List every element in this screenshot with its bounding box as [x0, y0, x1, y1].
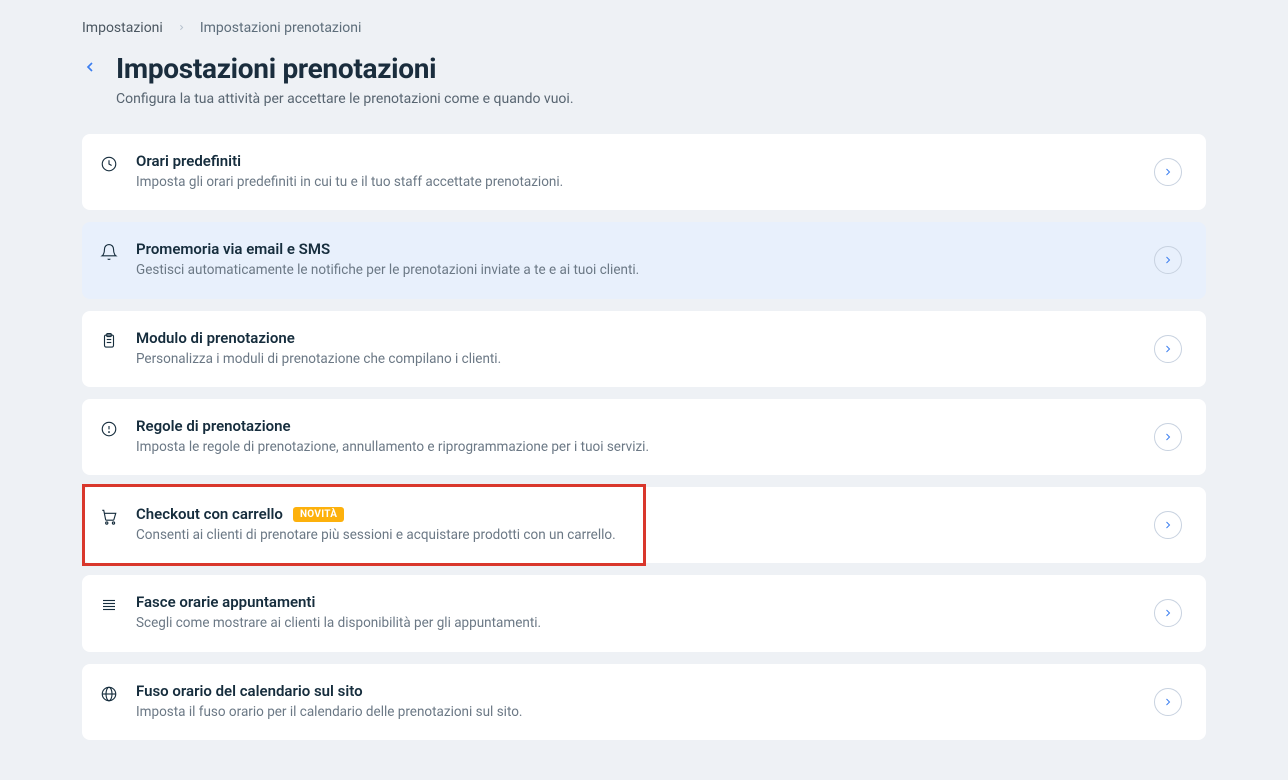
card-content: Regole di prenotazione Imposta le regole … — [136, 417, 1136, 457]
chevron-right-icon — [177, 21, 186, 35]
card-description: Consenti ai clienti di prenotare più ses… — [136, 525, 1136, 545]
chevron-right-icon[interactable] — [1154, 423, 1182, 451]
chevron-right-icon[interactable] — [1154, 246, 1182, 274]
card-description: Personalizza i moduli di prenotazione ch… — [136, 349, 1136, 369]
chevron-right-icon[interactable] — [1154, 158, 1182, 186]
card-description: Imposta il fuso orario per il calendario… — [136, 702, 1136, 722]
chevron-right-icon[interactable] — [1154, 599, 1182, 627]
card-title: Fuso orario del calendario sul sito — [136, 682, 363, 700]
card-content: Checkout con carrello NOVITÀ Consenti ai c… — [136, 505, 1136, 545]
settings-card[interactable]: Modulo di prenotazione Personalizza i mod… — [82, 311, 1206, 387]
card-title: Fasce orarie appuntamenti — [136, 593, 315, 611]
page-header: Impostazioni prenotazioni Configura la t… — [82, 52, 1206, 110]
settings-card[interactable]: Fuso orario del calendario sul sito Impos… — [82, 664, 1206, 740]
settings-card[interactable]: Promemoria via email e SMS Gestisci autom… — [82, 222, 1206, 298]
card-content: Fuso orario del calendario sul sito Impos… — [136, 682, 1136, 722]
breadcrumb: Impostazioni Impostazioni prenotazioni — [82, 0, 1206, 52]
chevron-right-icon[interactable] — [1154, 511, 1182, 539]
card-content: Promemoria via email e SMS Gestisci autom… — [136, 240, 1136, 280]
chevron-right-icon[interactable] — [1154, 335, 1182, 363]
breadcrumb-parent[interactable]: Impostazioni — [82, 20, 163, 36]
card-title: Modulo di prenotazione — [136, 329, 295, 347]
settings-card[interactable]: Orari predefiniti Imposta gli orari prede… — [82, 134, 1206, 210]
globe-icon — [100, 685, 118, 703]
card-title: Regole di prenotazione — [136, 417, 291, 435]
card-content: Orari predefiniti Imposta gli orari prede… — [136, 152, 1136, 192]
back-button[interactable] — [82, 52, 98, 80]
new-badge: NOVITÀ — [293, 507, 344, 522]
card-description: Imposta le regole di prenotazione, annul… — [136, 437, 1136, 457]
cart-icon — [100, 508, 118, 526]
card-title: Promemoria via email e SMS — [136, 240, 330, 258]
bell-icon — [100, 243, 118, 261]
breadcrumb-current: Impostazioni prenotazioni — [200, 20, 362, 36]
card-content: Fasce orarie appuntamenti Scegli come mos… — [136, 593, 1136, 633]
settings-card-list: Orari predefiniti Imposta gli orari prede… — [82, 134, 1206, 740]
card-description: Imposta gli orari predefiniti in cui tu … — [136, 172, 1136, 192]
page-subtitle: Configura la tua attività per accettare … — [116, 89, 574, 110]
list-icon — [100, 596, 118, 614]
card-title: Checkout con carrello — [136, 505, 283, 523]
card-description: Scegli come mostrare ai clienti la dispo… — [136, 613, 1136, 633]
chevron-right-icon[interactable] — [1154, 688, 1182, 716]
settings-card[interactable]: Checkout con carrello NOVITÀ Consenti ai c… — [82, 487, 1206, 563]
card-description: Gestisci automaticamente le notifiche pe… — [136, 260, 1136, 280]
exclaim-icon — [100, 420, 118, 438]
card-title: Orari predefiniti — [136, 152, 241, 170]
clock-icon — [100, 155, 118, 173]
settings-card[interactable]: Fasce orarie appuntamenti Scegli come mos… — [82, 575, 1206, 651]
card-content: Modulo di prenotazione Personalizza i mod… — [136, 329, 1136, 369]
clipboard-icon — [100, 332, 118, 350]
page-title: Impostazioni prenotazioni — [116, 52, 574, 85]
settings-card[interactable]: Regole di prenotazione Imposta le regole … — [82, 399, 1206, 475]
